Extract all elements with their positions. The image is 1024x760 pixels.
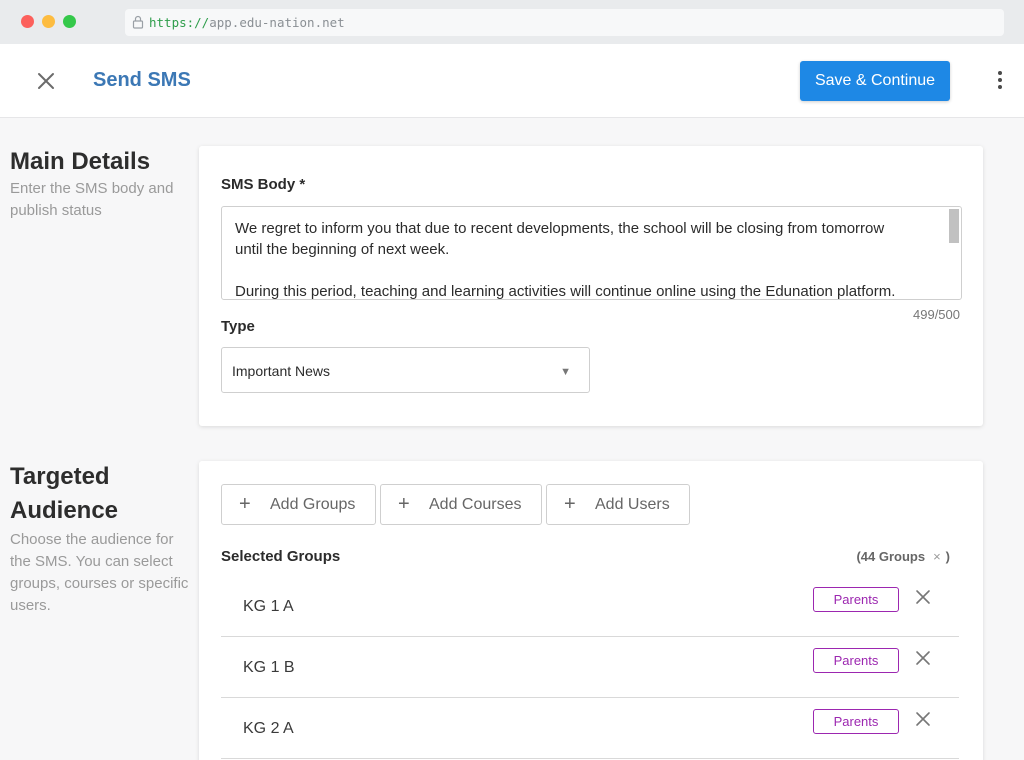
add-courses-button[interactable]: + Add Courses (380, 484, 542, 525)
save-continue-button[interactable]: Save & Continue (800, 61, 950, 101)
group-name: KG 1 A (243, 598, 294, 615)
clear-all-icon[interactable]: × (933, 549, 941, 564)
lock-icon (132, 15, 144, 29)
role-badge: Parents (813, 709, 899, 734)
caret-down-icon: ▼ (560, 366, 571, 378)
role-badge: Parents (813, 587, 899, 612)
audience-card: + Add Groups + Add Courses + Add Users S… (199, 461, 983, 760)
sms-body-label: SMS Body * (221, 176, 306, 193)
sms-body-line: until the beginning of next week. (235, 241, 450, 258)
type-label: Type (221, 318, 255, 335)
selected-groups-label: Selected Groups (221, 548, 341, 565)
window-close-dot[interactable] (21, 15, 34, 28)
app-header: Send SMS Save & Continue (0, 44, 1024, 118)
kebab-menu-icon[interactable] (990, 71, 1010, 93)
group-name: KG 1 B (243, 659, 295, 676)
main-details-description: Enter the SMS body and publish status (10, 180, 174, 219)
browser-chrome: https://app.edu-nation.net (0, 0, 1024, 44)
url-text: https://app.edu-nation.net (149, 15, 345, 30)
audience-heading-line2: Audience (10, 497, 119, 524)
main-details-card: SMS Body * We regret to inform you that … (199, 146, 983, 426)
audience-description: Choose the audience for the SMS. You can… (10, 531, 189, 614)
character-counter: 499/500 (913, 307, 960, 322)
type-select-value: Important News (232, 363, 331, 379)
add-users-button[interactable]: + Add Users (546, 484, 690, 525)
window-maximize-dot[interactable] (63, 15, 76, 28)
plus-icon: + (398, 493, 410, 515)
group-row: KG 1 A Parents (221, 576, 959, 637)
textarea-scrollbar[interactable] (949, 209, 959, 243)
address-bar[interactable]: https://app.edu-nation.net (125, 9, 1004, 36)
window-minimize-dot[interactable] (42, 15, 55, 28)
group-row: KG 1 B Parents (221, 637, 959, 698)
sms-body-line: During this period, teaching and learnin… (235, 283, 896, 300)
add-groups-button[interactable]: + Add Groups (221, 484, 376, 525)
remove-icon[interactable] (914, 588, 932, 606)
plus-icon: + (239, 493, 251, 515)
remove-icon[interactable] (914, 649, 932, 667)
page-title: Send SMS (93, 69, 191, 91)
group-name: KG 2 A (243, 720, 294, 737)
selected-groups-count: (44 Groups ×) (856, 549, 950, 564)
type-select[interactable]: Important News ▼ (221, 347, 590, 393)
group-row: KG 2 A Parents (221, 698, 959, 759)
close-icon[interactable] (33, 68, 59, 94)
sms-body-line: We regret to inform you that due to rece… (235, 220, 885, 237)
role-badge: Parents (813, 648, 899, 673)
plus-icon: + (564, 493, 576, 515)
audience-heading-line1: Targeted (10, 463, 110, 490)
main-details-heading: Main Details (10, 148, 151, 175)
remove-icon[interactable] (914, 710, 932, 728)
sms-body-textarea[interactable]: We regret to inform you that due to rece… (221, 206, 962, 300)
